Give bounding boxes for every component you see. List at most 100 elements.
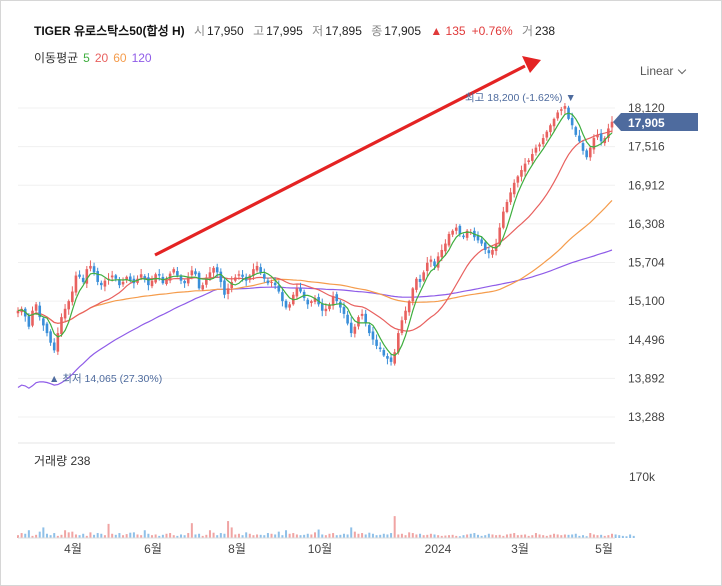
- candle-body: [215, 267, 219, 273]
- volume-bar: [154, 534, 157, 538]
- volume-bar: [328, 533, 331, 538]
- candle-body: [353, 326, 357, 334]
- candle-body: [534, 147, 538, 153]
- candle-body: [237, 274, 241, 276]
- candle-body: [422, 272, 425, 281]
- candle-body: [67, 301, 71, 310]
- volume-bar: [234, 534, 237, 538]
- candle-body: [186, 276, 190, 284]
- candle-body: [92, 266, 96, 273]
- volume-bar: [266, 533, 269, 538]
- volume-bar: [346, 534, 349, 538]
- candle-body: [375, 339, 378, 346]
- volume-bar: [277, 531, 280, 538]
- candle-body: [121, 281, 125, 285]
- volume-bar: [74, 534, 77, 538]
- candle-body: [462, 235, 465, 238]
- candle-body: [596, 134, 599, 138]
- candle-body: [418, 279, 422, 282]
- candle-body: [259, 267, 262, 273]
- volume-bar: [618, 535, 621, 538]
- time-axis: 4월 6월 8월 10월 2024 3월 5월: [64, 542, 613, 556]
- time-tick-label: 10월: [308, 542, 332, 556]
- time-tick-label: 5월: [595, 542, 613, 556]
- candle-body: [320, 303, 324, 311]
- candle-body: [335, 294, 339, 302]
- volume-bar: [393, 516, 396, 538]
- candle-body: [451, 230, 454, 235]
- volume-bar: [274, 534, 277, 538]
- volume-bar: [524, 534, 527, 538]
- volume-bar: [179, 534, 182, 538]
- candle-body: [400, 320, 404, 334]
- candle-body: [578, 135, 581, 142]
- candle-body: [157, 274, 161, 276]
- candle-body: [172, 269, 176, 273]
- candle-body: [570, 117, 574, 126]
- volume-bar: [310, 534, 313, 538]
- volume-bar: [314, 532, 316, 538]
- ma5-path: [17, 112, 613, 357]
- volume-bar: [342, 533, 345, 538]
- candle-body: [523, 163, 527, 172]
- volume-bar: [614, 534, 617, 538]
- volume-bar: [169, 533, 172, 538]
- volume-bar: [487, 533, 490, 538]
- candle-body: [324, 308, 328, 312]
- candle-body: [556, 112, 559, 119]
- volume-bar: [38, 531, 41, 538]
- volume-bar: [469, 533, 472, 538]
- volume-bar: [288, 533, 291, 538]
- candle-body: [110, 275, 114, 278]
- candle-body: [183, 280, 186, 284]
- candle-body: [78, 274, 81, 277]
- candle-body: [284, 300, 288, 308]
- candle-body: [49, 331, 52, 343]
- volume-bar: [400, 533, 403, 538]
- volume-bar: [386, 534, 389, 538]
- price-tick-label: 15,704: [628, 256, 665, 270]
- candle-body: [339, 301, 342, 308]
- price-tick-label: 18,120: [628, 101, 665, 115]
- price-tick-label: 16,308: [628, 217, 665, 231]
- candle-body: [563, 106, 567, 109]
- price-chart[interactable]: 18,120 17,516 16,912 16,308 15,704 15,100 14,4…: [0, 0, 722, 586]
- candle-body: [552, 118, 556, 127]
- candle-body: [368, 325, 371, 334]
- candle-body: [143, 276, 147, 279]
- candle-body: [346, 314, 349, 324]
- candle-body: [27, 316, 31, 327]
- candle-body: [505, 202, 509, 212]
- low-annotation: ▲ 최저 14,065 (27.30%): [49, 373, 162, 385]
- candle-body: [527, 160, 530, 162]
- candlesticks: [16, 103, 614, 366]
- volume-bar: [212, 532, 215, 538]
- price-tick-label: 17,516: [628, 140, 665, 154]
- volume-bar: [245, 532, 248, 538]
- volume-bar: [625, 536, 628, 538]
- volume-bar: [53, 533, 56, 538]
- candle-body: [447, 233, 451, 246]
- candle-body: [349, 322, 353, 334]
- volume-bar: [408, 532, 411, 538]
- candle-body: [255, 265, 259, 271]
- volume-bar: [190, 523, 193, 538]
- volume-bar: [368, 532, 371, 538]
- volume-bar: [237, 533, 240, 538]
- candle-body: [241, 274, 244, 277]
- candle-body: [31, 310, 34, 326]
- candle-body: [585, 150, 588, 158]
- candle-body: [270, 281, 273, 283]
- volume-bar: [353, 531, 356, 538]
- candle-body: [444, 243, 447, 252]
- candle-body: [483, 242, 487, 250]
- candle-body: [277, 285, 281, 292]
- volume-bar: [42, 527, 45, 538]
- volume-bar: [198, 533, 201, 538]
- volume-bar: [107, 523, 110, 538]
- volume-bar: [371, 533, 374, 538]
- volume-bar: [332, 533, 335, 538]
- candle-body: [194, 271, 197, 275]
- grid-lines: [18, 107, 615, 418]
- volume-bar: [397, 534, 400, 538]
